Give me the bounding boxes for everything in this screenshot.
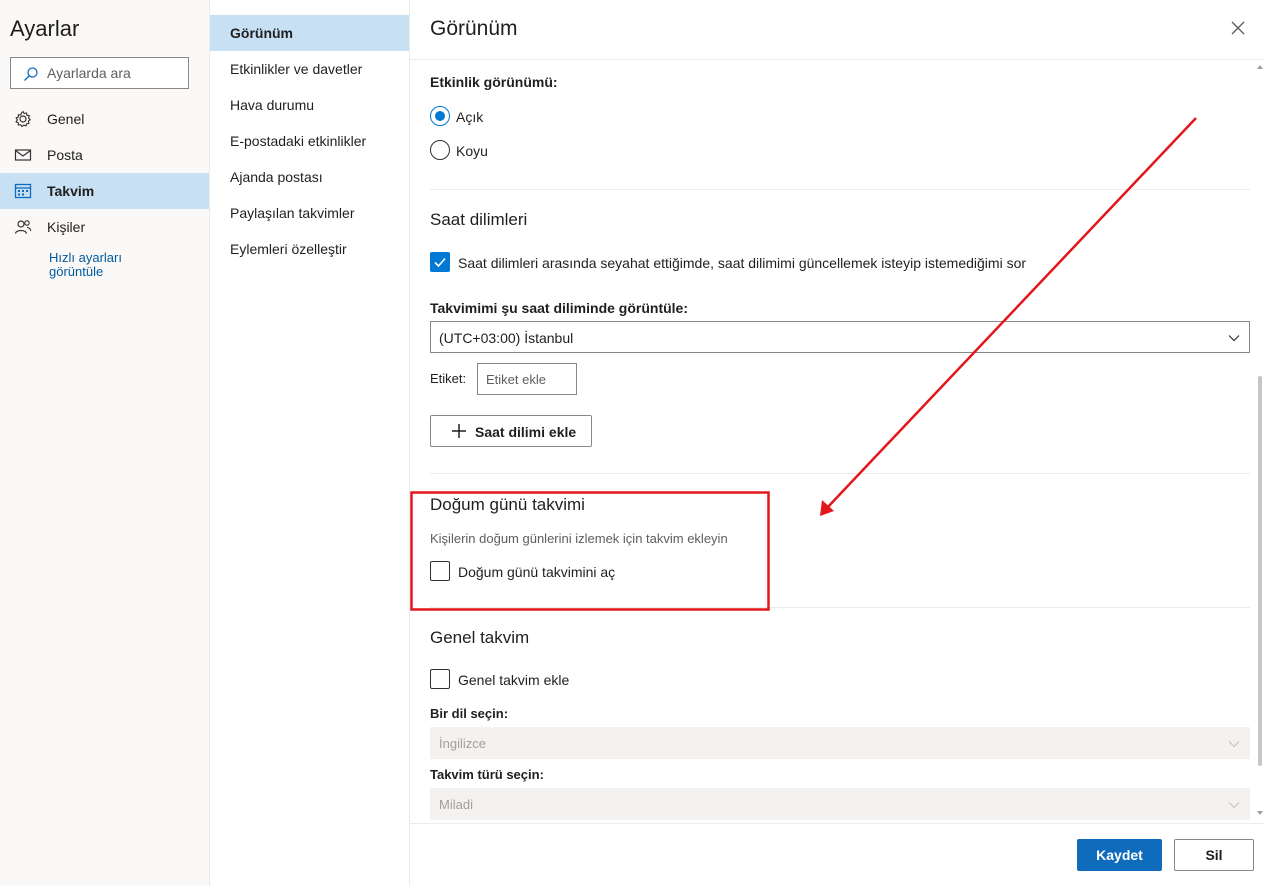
- search-input[interactable]: [47, 58, 185, 88]
- sidebar-item-general[interactable]: Genel: [0, 101, 209, 137]
- people-icon: [14, 220, 32, 234]
- radio-light[interactable]: [430, 106, 450, 126]
- chevron-down-icon: [1228, 741, 1240, 748]
- calendar-type-value: Miladi: [439, 797, 473, 812]
- section-divider: [430, 607, 1250, 608]
- radio-dark-label: Koyu: [456, 143, 488, 159]
- tag-label: Etiket:: [430, 371, 467, 386]
- scroll-down-icon[interactable]: [1256, 808, 1264, 818]
- submenu-item-customize-actions[interactable]: Eylemleri özelleştir: [210, 231, 409, 267]
- settings-panel: Görünüm Etkinlik görünümü: Açık Koyu Saa…: [410, 0, 1264, 886]
- section-divider: [430, 473, 1250, 474]
- add-timezone-label: Saat dilimi ekle: [475, 424, 577, 440]
- settings-scroll-area[interactable]: Etkinlik görünümü: Açık Koyu Saat diliml…: [410, 60, 1264, 823]
- close-icon[interactable]: [1230, 20, 1246, 36]
- submenu-item-label: E-postadaki etkinlikler: [230, 133, 367, 149]
- submenu-item-label: Paylaşılan takvimler: [230, 205, 355, 221]
- settings-search-box[interactable]: [10, 57, 189, 89]
- save-button[interactable]: Kaydet: [1077, 839, 1162, 871]
- submenu-item-label: Eylemleri özelleştir: [230, 241, 347, 257]
- radio-dark[interactable]: [430, 140, 450, 160]
- gear-icon: [15, 110, 31, 128]
- birthday-calendar-description: Kişilerin doğum günlerini izlemek için t…: [430, 531, 728, 546]
- plus-icon: [452, 424, 466, 438]
- language-dropdown: İngilizce: [430, 727, 1250, 759]
- add-timezone-button[interactable]: Saat dilimi ekle: [430, 415, 592, 447]
- chevron-down-icon: [1228, 335, 1240, 342]
- travel-timezone-label: Saat dilimleri arasında seyahat ettiğimd…: [458, 255, 1027, 271]
- submenu-item-shared-calendars[interactable]: Paylaşılan takvimler: [210, 195, 409, 231]
- birthday-calendar-checkbox[interactable]: [430, 561, 450, 581]
- checkmark-icon: [434, 257, 446, 268]
- submenu-item-events[interactable]: Etkinlikler ve davetler: [210, 51, 409, 87]
- section-divider: [430, 189, 1250, 190]
- submenu-item-weather[interactable]: Hava durumu: [210, 87, 409, 123]
- footer-divider: [410, 823, 1264, 824]
- submenu-item-events-from-email[interactable]: E-postadaki etkinlikler: [210, 123, 409, 159]
- time-zones-heading: Saat dilimleri: [430, 210, 528, 229]
- sidebar-item-label: Posta: [47, 147, 83, 163]
- language-label: Bir dil seçin:: [430, 706, 509, 721]
- public-calendar-heading: Genel takvim: [430, 628, 530, 647]
- calendar-type-label: Takvim türü seçin:: [430, 767, 544, 782]
- settings-title: Ayarlar: [10, 16, 80, 41]
- submenu-item-label: Hava durumu: [230, 97, 315, 113]
- calendar-icon: [14, 183, 32, 199]
- submenu-item-label: Görünüm: [230, 25, 293, 41]
- scroll-up-icon[interactable]: [1256, 62, 1264, 72]
- calendar-submenu: Görünüm Etkinlikler ve davetler Hava dur…: [210, 0, 410, 886]
- search-icon: [24, 67, 38, 81]
- discard-button[interactable]: Sil: [1174, 839, 1254, 871]
- public-calendar-checkbox[interactable]: [430, 669, 450, 689]
- panel-title: Görünüm: [430, 17, 518, 40]
- scrollbar-thumb[interactable]: [1258, 376, 1262, 766]
- timezone-value: (UTC+03:00) İstanbul: [439, 330, 574, 346]
- sidebar-item-label: Genel: [47, 111, 85, 127]
- language-value: İngilizce: [439, 736, 486, 751]
- calendar-type-dropdown: Miladi: [430, 788, 1250, 820]
- sidebar-item-label: Kişiler: [47, 219, 86, 235]
- submenu-item-agenda-mail[interactable]: Ajanda postası: [210, 159, 409, 195]
- settings-sidebar: Ayarlar Genel Posta Takvim: [0, 0, 210, 886]
- sidebar-item-calendar[interactable]: Takvim: [0, 173, 209, 209]
- timezone-dropdown[interactable]: (UTC+03:00) İstanbul: [430, 321, 1250, 353]
- public-calendar-checkbox-label: Genel takvim ekle: [458, 672, 570, 688]
- radio-light-label: Açık: [456, 109, 484, 125]
- sidebar-item-mail[interactable]: Posta: [0, 137, 209, 173]
- chevron-down-icon: [1228, 802, 1240, 809]
- tag-input[interactable]: [477, 363, 577, 395]
- travel-timezone-checkbox[interactable]: [430, 252, 450, 272]
- sidebar-item-label: Takvim: [47, 183, 95, 199]
- sidebar-item-people[interactable]: Kişiler: [0, 209, 209, 245]
- birthday-calendar-checkbox-label: Doğum günü takvimini aç: [458, 564, 616, 580]
- display-timezone-label: Takvimimi şu saat diliminde görüntüle:: [430, 300, 689, 316]
- birthday-calendar-heading: Doğum günü takvimi: [430, 495, 585, 514]
- quick-settings-link[interactable]: Hızlı ayarları görüntüle: [49, 251, 169, 279]
- mail-icon: [14, 149, 32, 161]
- submenu-item-label: Etkinlikler ve davetler: [230, 61, 363, 77]
- submenu-item-appearance[interactable]: Görünüm: [210, 15, 409, 51]
- event-appearance-label: Etkinlik görünümü:: [430, 74, 558, 90]
- submenu-item-label: Ajanda postası: [230, 169, 323, 185]
